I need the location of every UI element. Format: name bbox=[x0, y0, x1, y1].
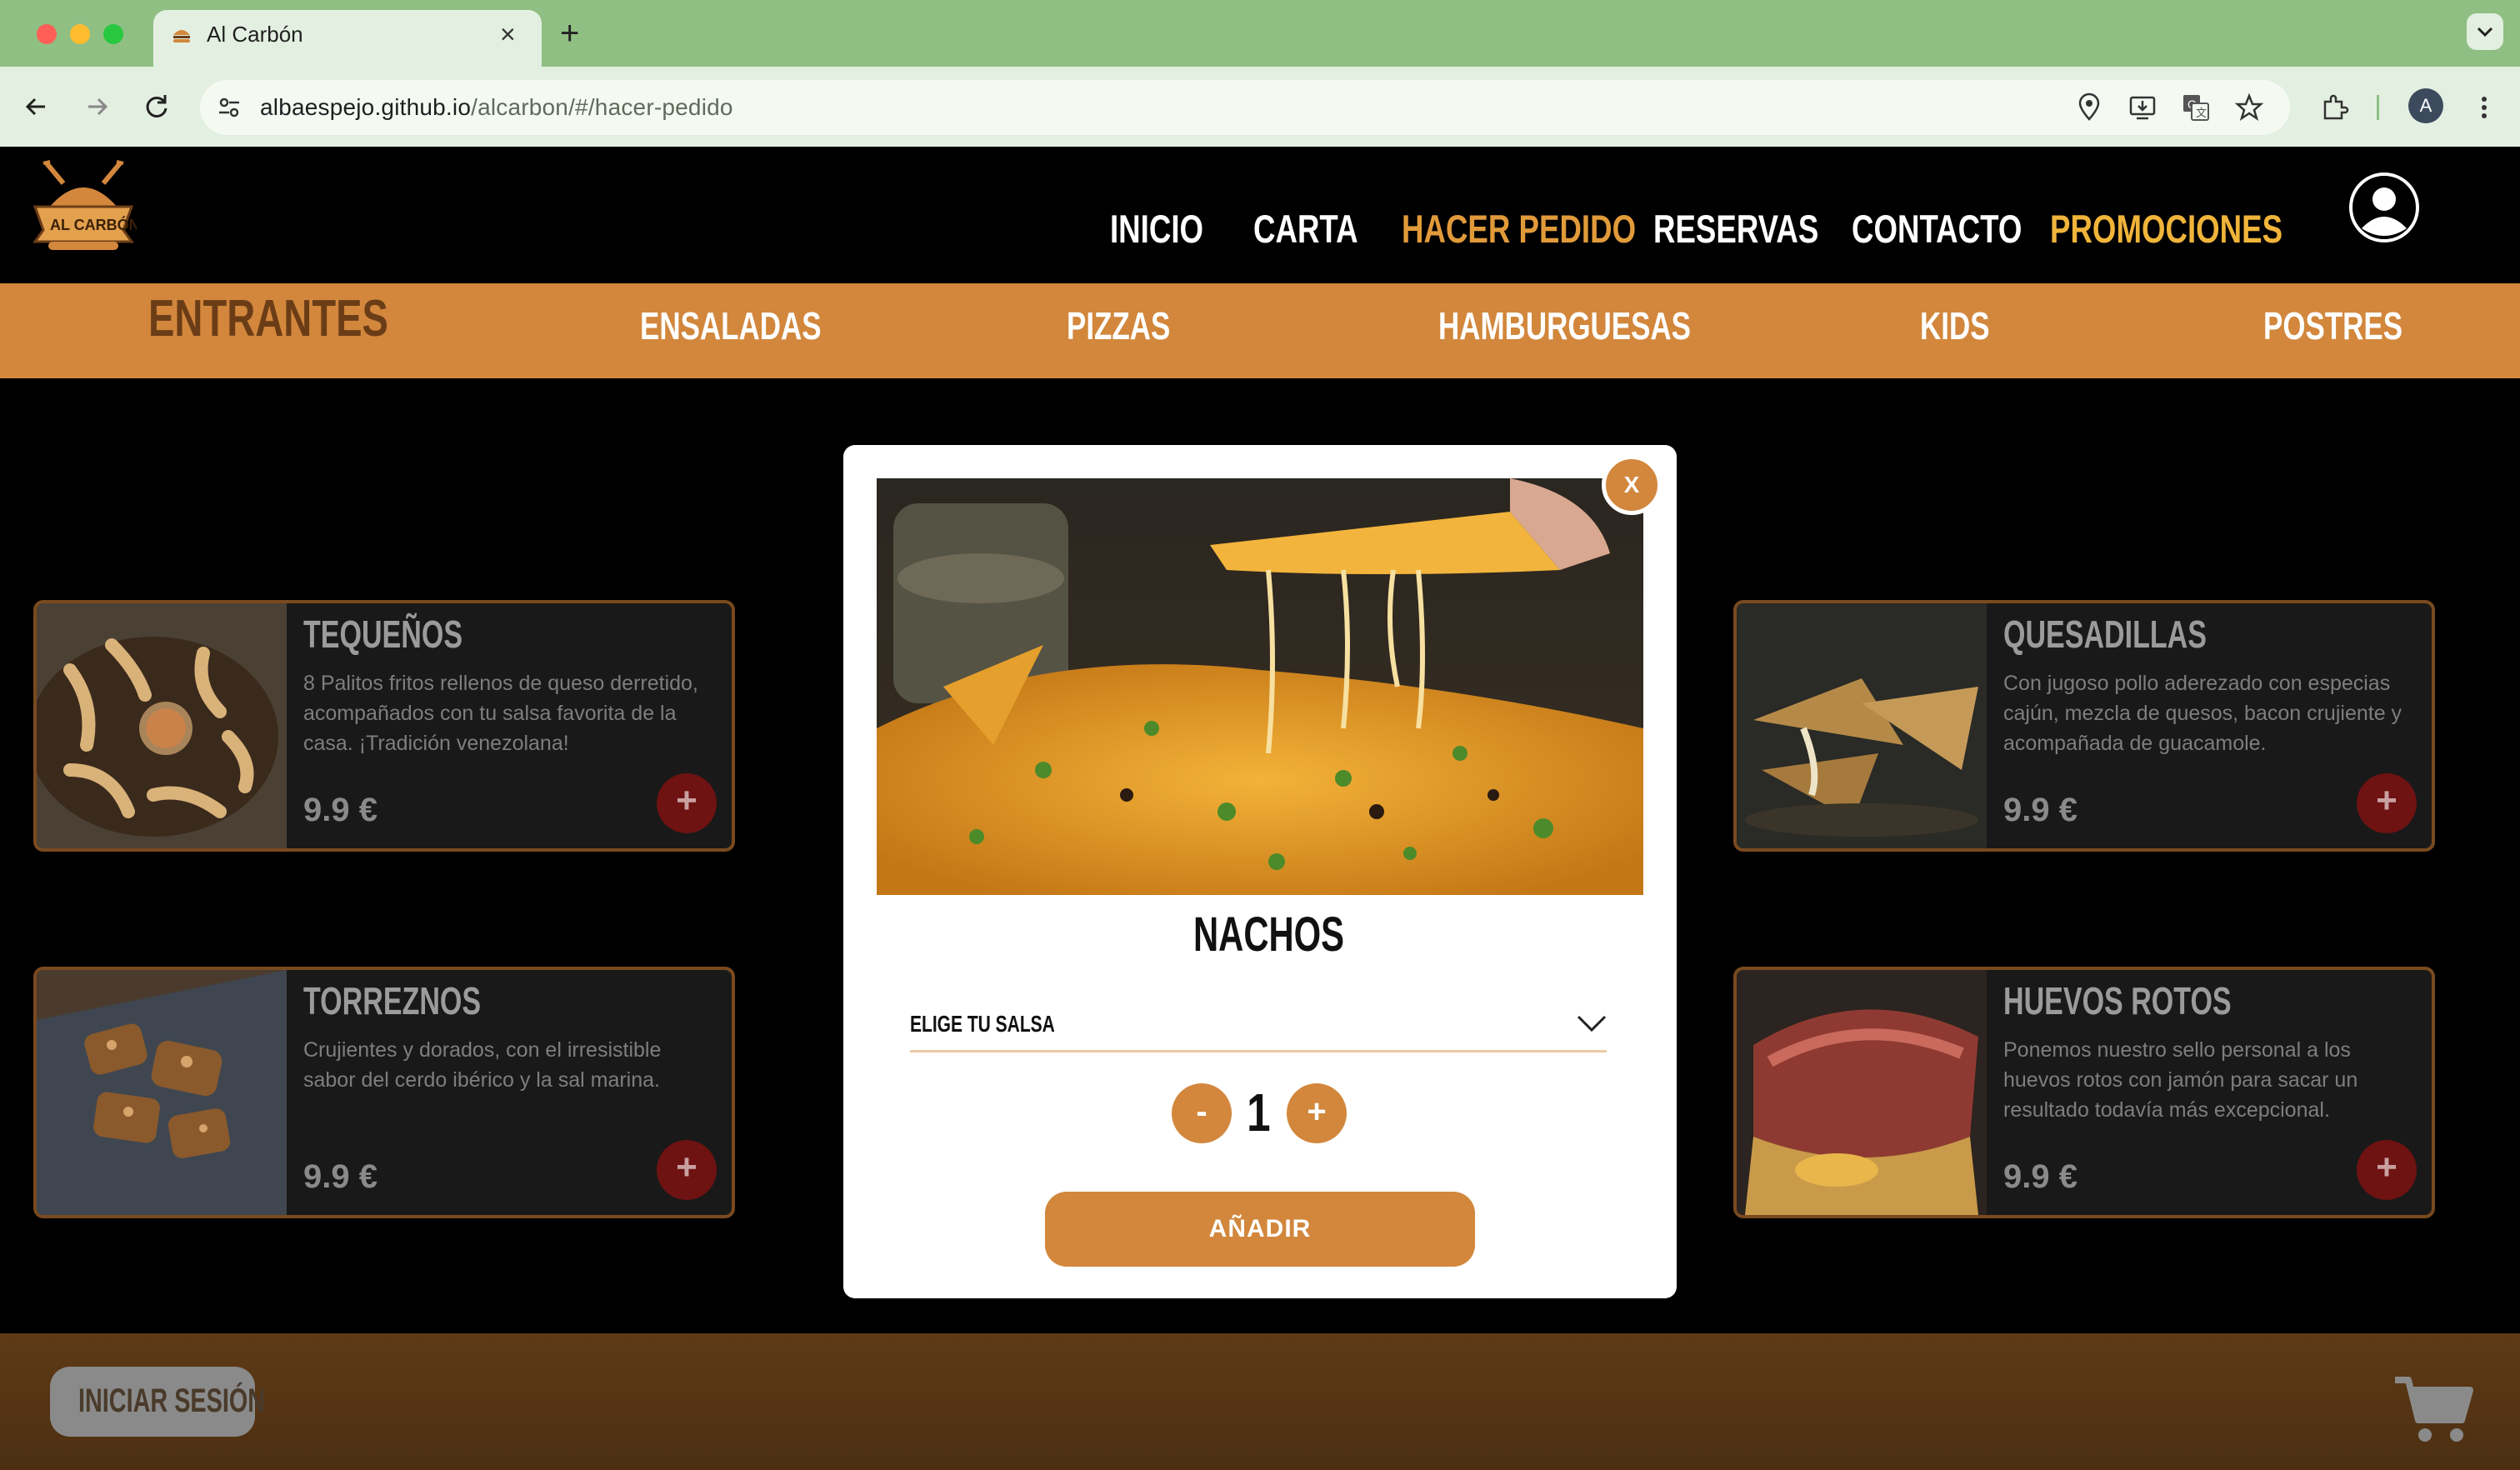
category-pizzas[interactable]: PIZZAS bbox=[1067, 305, 1170, 347]
nav-contacto[interactable]: CONTACTO bbox=[1852, 208, 2022, 250]
add-to-cart-button[interactable]: + bbox=[657, 773, 717, 833]
modal-close-button[interactable]: X bbox=[1602, 455, 1662, 515]
product-description: Crujientes y dorados, con el irresistibl… bbox=[303, 1038, 662, 1092]
extensions-icon[interactable] bbox=[2318, 92, 2350, 123]
tab-close-icon[interactable]: × bbox=[500, 20, 516, 48]
quantity-value: 1 bbox=[1247, 1082, 1271, 1142]
more-menu-icon[interactable] bbox=[2468, 92, 2500, 123]
al-carbon-logo[interactable]: AL CARBÓN bbox=[30, 158, 137, 255]
quesadillas-image bbox=[1737, 603, 1987, 848]
decrease-quantity-button[interactable]: - bbox=[1172, 1083, 1232, 1143]
chevron-down-icon[interactable] bbox=[1575, 1012, 1608, 1035]
torreznos-image bbox=[37, 970, 287, 1215]
category-entrantes[interactable]: ENTRANTES bbox=[148, 293, 388, 345]
product-title: TORREZNOS bbox=[303, 979, 482, 1022]
product-description: Ponemos nuestro sello personal a los hue… bbox=[2003, 1038, 2358, 1122]
category-ensaladas[interactable]: ENSALADAS bbox=[640, 305, 822, 347]
site-settings-icon[interactable] bbox=[215, 93, 243, 122]
close-window-button[interactable] bbox=[37, 24, 57, 44]
product-description: 8 Palitos fritos rellenos de queso derre… bbox=[303, 672, 698, 755]
product-card-tequenos[interactable]: TEQUEÑOS 8 Palitos fritos rellenos de qu… bbox=[33, 600, 735, 852]
bookmark-star-icon[interactable] bbox=[2233, 92, 2265, 123]
add-to-cart-button[interactable]: + bbox=[2357, 773, 2417, 833]
product-title: QUESADILLAS bbox=[2003, 612, 2207, 656]
page-footer bbox=[0, 1333, 2520, 1470]
toolbar-divider bbox=[2377, 95, 2379, 120]
add-to-cart-button[interactable]: + bbox=[657, 1140, 717, 1200]
nav-carta[interactable]: CARTA bbox=[1253, 208, 1358, 250]
back-arrow-icon[interactable] bbox=[20, 90, 53, 123]
nav-promociones[interactable]: PROMOCIONES bbox=[2050, 208, 2282, 250]
tab-title: Al Carbón bbox=[207, 22, 303, 47]
login-button-label: INICIAR SESIÓN bbox=[78, 1382, 266, 1419]
zoom-window-button[interactable] bbox=[103, 24, 123, 44]
product-price: 9.9 € bbox=[303, 1158, 378, 1195]
product-card-quesadillas[interactable]: QUESADILLAS Con jugoso pollo aderezado c… bbox=[1733, 600, 2435, 852]
location-icon[interactable] bbox=[2073, 92, 2105, 123]
product-title: HUEVOS ROTOS bbox=[2003, 979, 2232, 1022]
increase-quantity-button[interactable]: + bbox=[1287, 1083, 1347, 1143]
profile-avatar[interactable]: A bbox=[2408, 88, 2443, 123]
tequenos-image bbox=[37, 603, 287, 848]
add-to-cart-button[interactable]: + bbox=[2357, 1140, 2417, 1200]
new-tab-button[interactable]: + bbox=[560, 15, 579, 52]
url-text[interactable]: albaespejo.github.io/alcarbon/#/hacer-pe… bbox=[260, 93, 733, 122]
select-underline bbox=[910, 1050, 1607, 1052]
nav-hacer-pedido[interactable]: HACER PEDIDO bbox=[1402, 208, 1636, 250]
translate-icon[interactable]: G文 bbox=[2180, 92, 2212, 123]
nav-inicio[interactable]: INICIO bbox=[1110, 208, 1203, 250]
reload-icon[interactable] bbox=[140, 90, 173, 123]
nachos-image bbox=[877, 478, 1643, 895]
tab-search-button[interactable] bbox=[2467, 13, 2503, 50]
user-account-icon[interactable] bbox=[2348, 172, 2420, 243]
product-price: 9.9 € bbox=[2003, 792, 2078, 828]
forward-arrow-icon[interactable] bbox=[80, 90, 113, 123]
sauce-select[interactable]: ELIGE TU SALSA bbox=[910, 1010, 1055, 1038]
category-kids[interactable]: KIDS bbox=[1920, 305, 1990, 347]
product-price: 9.9 € bbox=[303, 792, 378, 828]
product-title: TEQUEÑOS bbox=[303, 612, 463, 656]
product-description: Con jugoso pollo aderezado con especias … bbox=[2003, 672, 2402, 755]
install-app-icon[interactable] bbox=[2127, 92, 2158, 123]
burger-favicon-icon bbox=[173, 30, 190, 42]
category-hamburguesas[interactable]: HAMBURGUESAS bbox=[1438, 305, 1691, 347]
huevos-rotos-image bbox=[1737, 970, 1987, 1215]
product-card-huevos-rotos[interactable]: HUEVOS ROTOS Ponemos nuestro sello perso… bbox=[1733, 967, 2435, 1218]
chevron-down-icon bbox=[2477, 27, 2493, 38]
svg-text:文: 文 bbox=[2196, 107, 2207, 119]
minimize-window-button[interactable] bbox=[70, 24, 90, 44]
product-price: 9.9 € bbox=[2003, 1158, 2078, 1195]
product-card-torreznos[interactable]: TORREZNOS Crujientes y dorados, con el i… bbox=[33, 967, 735, 1218]
category-postres[interactable]: POSTRES bbox=[2263, 305, 2402, 347]
shopping-cart-icon[interactable] bbox=[2392, 1373, 2475, 1445]
modal-product-title: NACHOS bbox=[1193, 908, 1344, 962]
add-to-order-button[interactable]: AÑADIR bbox=[1045, 1192, 1475, 1267]
svg-text:AL CARBÓN: AL CARBÓN bbox=[50, 216, 137, 233]
nav-reservas[interactable]: RESERVAS bbox=[1653, 208, 1818, 250]
